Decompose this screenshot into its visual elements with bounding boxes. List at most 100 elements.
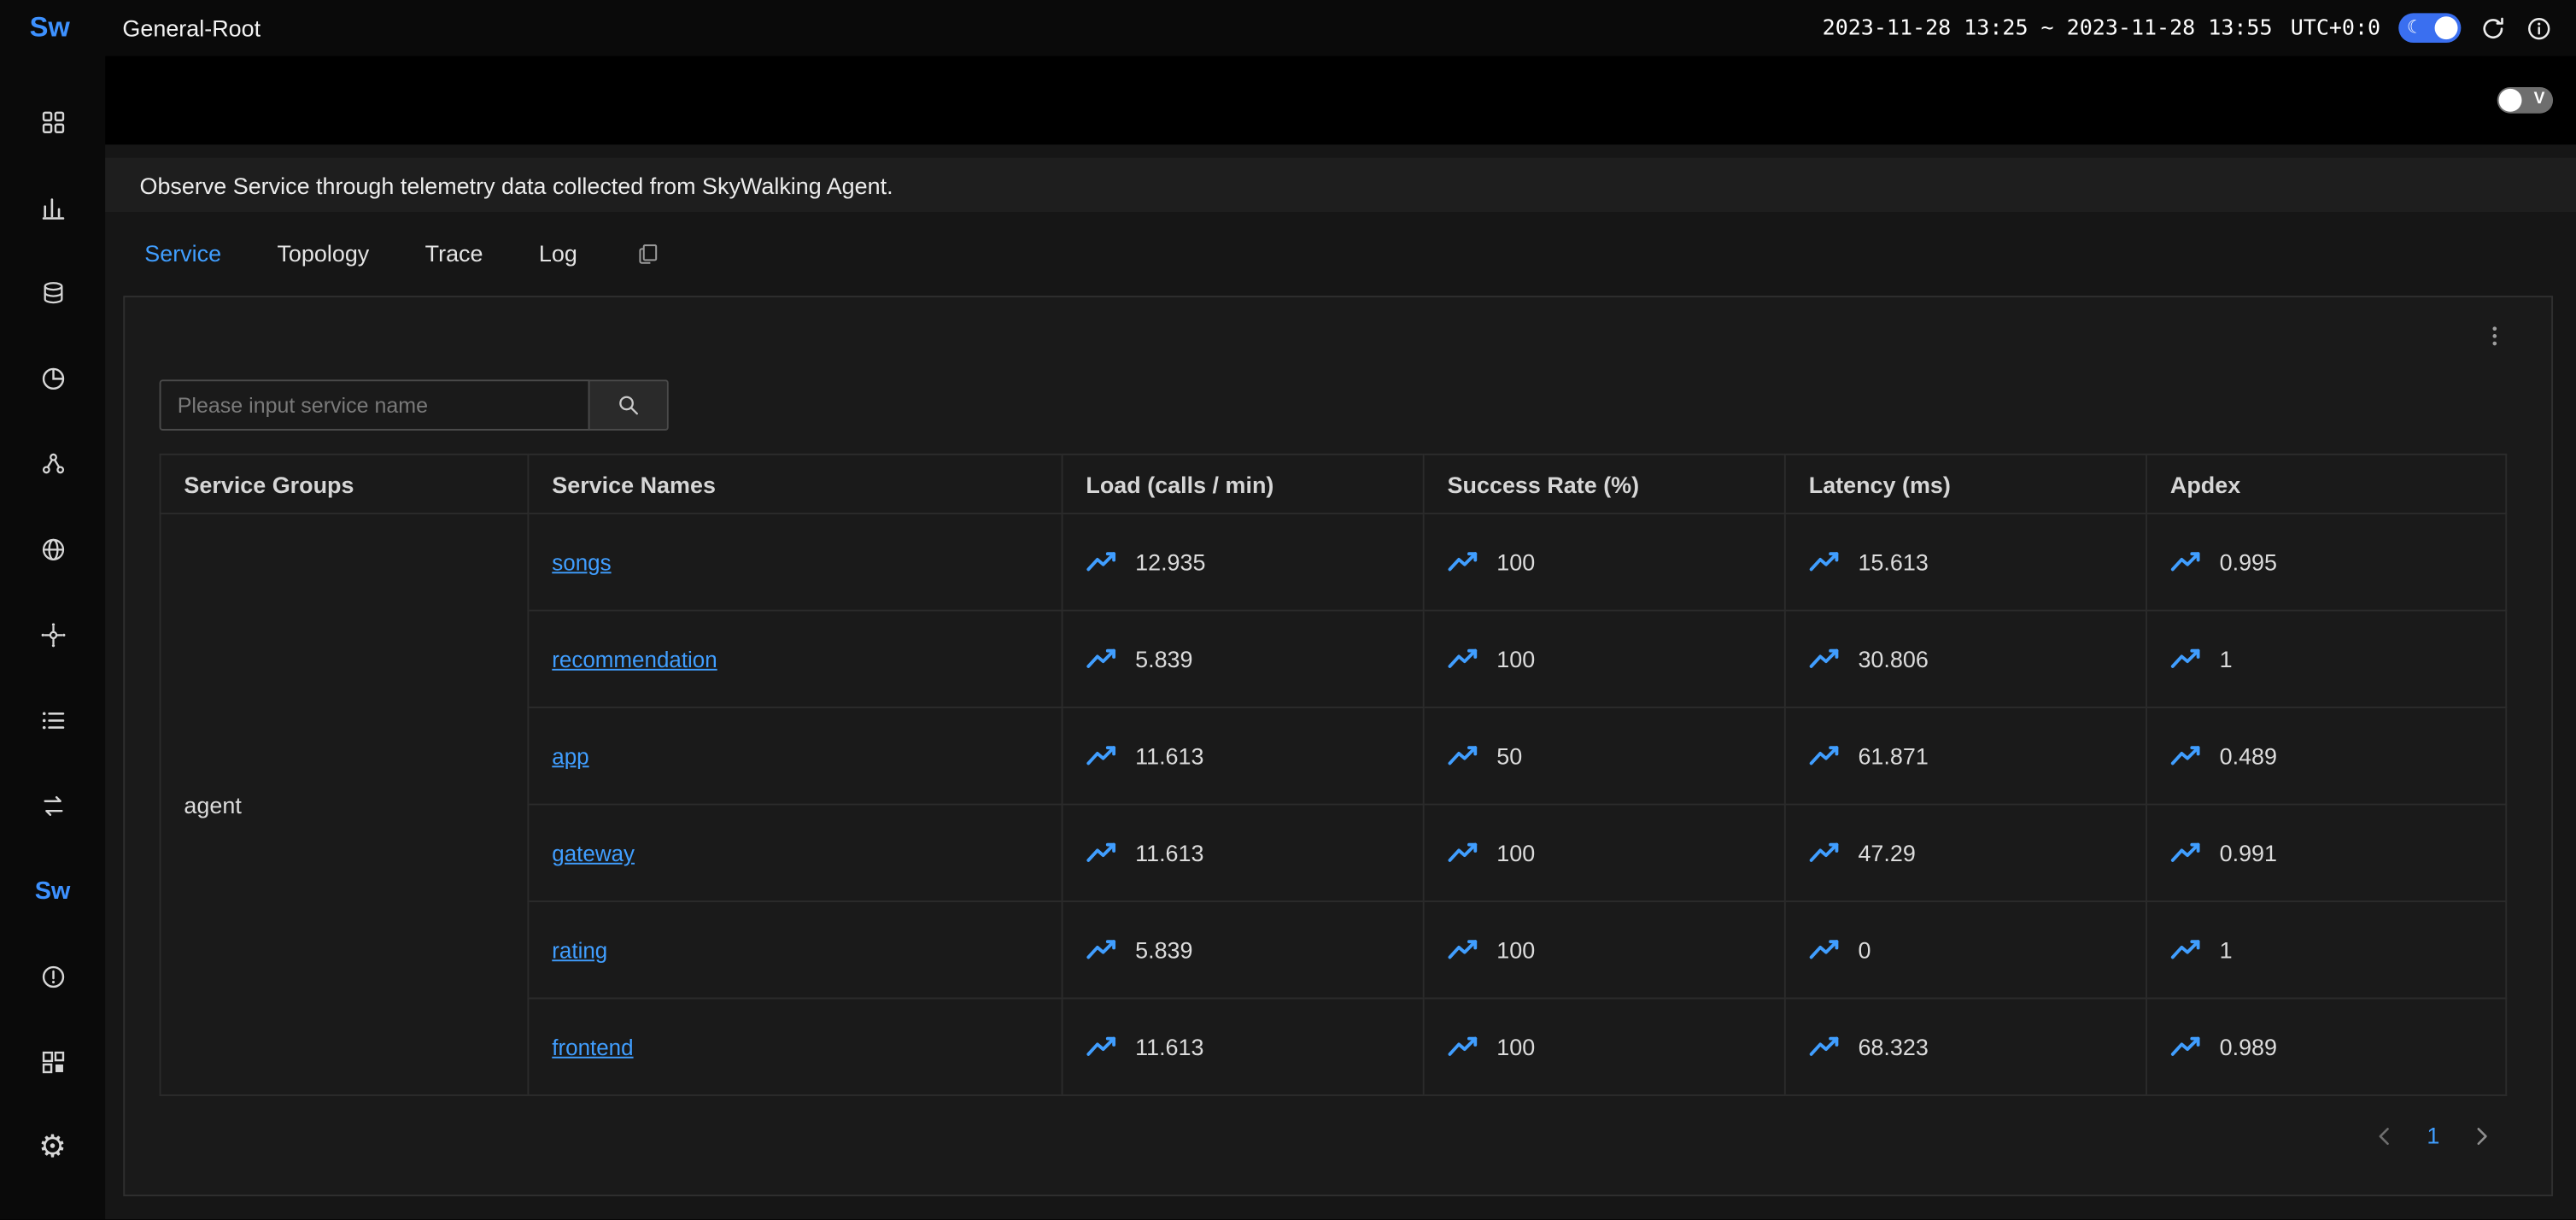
success-value: 100 xyxy=(1496,646,1535,672)
search-input[interactable] xyxy=(160,379,590,431)
trend-icon xyxy=(1086,1035,1118,1059)
trend-icon xyxy=(1086,842,1118,865)
service-link[interactable]: frontend xyxy=(552,1035,633,1060)
tab-service[interactable]: Service xyxy=(144,240,221,267)
success-value: 100 xyxy=(1496,840,1535,866)
info-button[interactable] xyxy=(2525,14,2553,42)
time-range-picker[interactable]: 2023-11-28 13:25 ~ 2023-11-28 13:55 xyxy=(1823,15,2273,40)
success-value: 100 xyxy=(1496,1034,1535,1060)
latency-value: 15.613 xyxy=(1858,548,1928,575)
sidebar-item-gateway[interactable] xyxy=(0,762,105,848)
apdex-value: 0.489 xyxy=(2220,742,2277,769)
col-success-rate: Success Rate (%) xyxy=(1424,455,1785,513)
sidebar: Sw ⚙ xyxy=(0,56,105,1219)
col-service-names: Service Names xyxy=(528,455,1062,513)
kebab-menu-icon[interactable] xyxy=(2482,323,2507,348)
table-row: agent songs 12.935 100 15.613 0.995 xyxy=(161,513,2507,610)
sidebar-item-metrics[interactable] xyxy=(0,164,105,249)
dashboard-toolbar: V xyxy=(105,56,2576,144)
trend-icon xyxy=(1809,550,1841,573)
sidebar-item-alerting[interactable] xyxy=(0,934,105,1019)
latency-value: 61.871 xyxy=(1858,742,1928,769)
sidebar-item-cluster[interactable] xyxy=(0,420,105,506)
database-icon xyxy=(38,279,67,307)
sidebar-item-service-mesh[interactable] xyxy=(0,591,105,677)
view-mode-toggle[interactable]: V xyxy=(2497,87,2553,114)
moon-icon: ☾ xyxy=(2407,15,2423,41)
copy-tab-button[interactable] xyxy=(636,241,661,266)
search-bar xyxy=(160,379,2508,431)
utc-offset[interactable]: UTC+0:0 xyxy=(2291,15,2380,40)
service-link[interactable]: gateway xyxy=(552,842,635,866)
tab-bar: Service Topology Trace Log xyxy=(105,212,2576,294)
trend-icon xyxy=(1086,550,1118,573)
latency-value: 30.806 xyxy=(1858,646,1928,672)
table-header-row: Service Groups Service Names Load (calls… xyxy=(161,455,2507,513)
sidebar-item-apps[interactable] xyxy=(0,79,105,164)
service-list-panel: Service Groups Service Names Load (calls… xyxy=(123,296,2553,1196)
apps-icon xyxy=(38,108,67,136)
trend-icon xyxy=(2170,550,2203,573)
trend-icon xyxy=(2170,938,2203,961)
trend-icon xyxy=(1448,744,1480,767)
success-value: 100 xyxy=(1496,548,1535,575)
pagination: 1 xyxy=(160,1123,2508,1149)
sidebar-item-settings[interactable]: ⚙ xyxy=(0,1105,105,1190)
apdex-value: 0.991 xyxy=(2220,840,2277,866)
toggle-knob xyxy=(2499,89,2522,112)
trend-icon xyxy=(1448,550,1480,573)
cluster-icon xyxy=(38,449,67,478)
latency-value: 0 xyxy=(1858,936,1871,963)
dashboard-title: General-Root xyxy=(122,15,261,41)
current-page[interactable]: 1 xyxy=(2427,1123,2439,1149)
skywalking-mini-logo: Sw xyxy=(35,877,71,905)
latency-value: 68.323 xyxy=(1858,1034,1928,1060)
load-value: 12.935 xyxy=(1135,548,1205,575)
load-value: 5.839 xyxy=(1135,646,1192,672)
gear-icon: ⚙ xyxy=(38,1131,67,1163)
search-button[interactable] xyxy=(590,379,669,431)
sidebar-item-self-observability[interactable]: Sw xyxy=(0,848,105,934)
load-value: 11.613 xyxy=(1135,840,1203,866)
service-group-cell: agent xyxy=(161,513,529,1095)
tab-topology[interactable]: Topology xyxy=(277,240,369,267)
sidebar-item-list[interactable] xyxy=(0,677,105,762)
service-link[interactable]: rating xyxy=(552,938,607,963)
widgets-icon xyxy=(38,1047,67,1076)
trend-icon xyxy=(2170,648,2203,671)
sidebar-item-database[interactable] xyxy=(0,249,105,335)
service-link[interactable]: app xyxy=(552,744,588,769)
search-icon xyxy=(616,393,641,418)
refresh-button[interactable] xyxy=(2479,14,2508,42)
list-icon xyxy=(38,706,67,734)
col-service-groups: Service Groups xyxy=(161,455,529,513)
trend-icon xyxy=(1809,842,1841,865)
description-text: Observe Service through telemetry data c… xyxy=(139,172,893,198)
sidebar-item-widgets[interactable] xyxy=(0,1019,105,1105)
sidebar-item-browser[interactable] xyxy=(0,506,105,591)
apdex-value: 1 xyxy=(2220,646,2233,672)
load-value: 5.839 xyxy=(1135,936,1192,963)
apdex-value: 0.995 xyxy=(2220,548,2277,575)
service-link[interactable]: songs xyxy=(552,550,611,575)
skywalking-app: Sw General-Root 2023-11-28 13:25 ~ 2023-… xyxy=(0,0,2576,1219)
trend-icon xyxy=(1448,842,1480,865)
trend-icon xyxy=(1809,648,1841,671)
prev-page-button[interactable] xyxy=(2373,1123,2397,1148)
description-banner: Observe Service through telemetry data c… xyxy=(105,158,2576,212)
load-value: 11.613 xyxy=(1135,1034,1203,1060)
next-page-button[interactable] xyxy=(2469,1123,2494,1148)
pie-chart-icon xyxy=(38,364,67,392)
trend-icon xyxy=(2170,842,2203,865)
service-link[interactable]: recommendation xyxy=(552,648,717,672)
tab-log[interactable]: Log xyxy=(539,240,577,267)
skywalking-logo[interactable]: Sw xyxy=(30,11,70,44)
dark-mode-toggle[interactable]: ☾ xyxy=(2398,13,2461,43)
trend-icon xyxy=(1809,744,1841,767)
swap-icon xyxy=(38,791,67,819)
topbar: Sw General-Root 2023-11-28 13:25 ~ 2023-… xyxy=(0,0,2576,56)
bar-chart-icon xyxy=(38,193,67,221)
tab-trace[interactable]: Trace xyxy=(425,240,483,267)
sidebar-item-pie[interactable] xyxy=(0,335,105,420)
trend-icon xyxy=(1086,648,1118,671)
